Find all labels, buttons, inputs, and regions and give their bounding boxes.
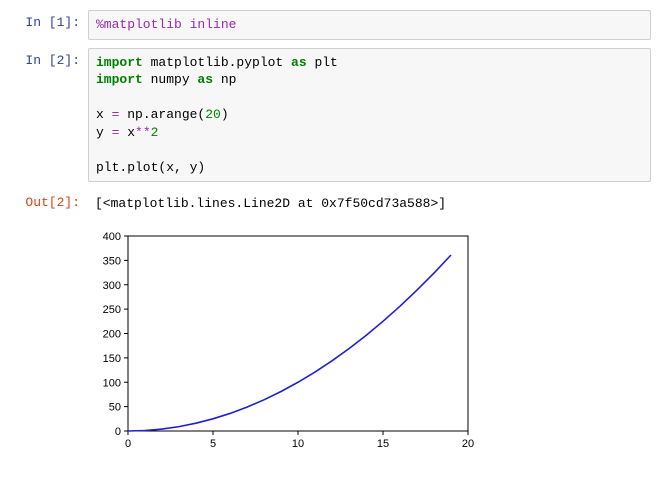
y-assign-num: 2 (151, 125, 159, 140)
kw-import-1: import (96, 55, 143, 70)
svg-text:0: 0 (115, 426, 121, 438)
prompt-in-1: In [1]: (10, 10, 88, 30)
chart-output: 05101520050100150200250300350400 (88, 228, 651, 453)
svg-text:10: 10 (292, 438, 304, 450)
svg-text:400: 400 (103, 231, 121, 243)
alias-1: plt (307, 55, 338, 70)
mod-2: numpy (143, 72, 198, 87)
svg-text:50: 50 (109, 402, 121, 414)
svg-text:5: 5 (210, 438, 216, 450)
output-text-2: [<matplotlib.lines.Line2D at 0x7f50cd73a… (88, 190, 651, 218)
svg-text:200: 200 (103, 328, 121, 340)
cell-out-2: Out[2]: [<matplotlib.lines.Line2D at 0x7… (10, 190, 651, 218)
x-assign-post: ) (221, 107, 229, 122)
line-chart: 05101520050100150200250300350400 (88, 228, 478, 453)
x-assign-num: 20 (205, 107, 221, 122)
alias-2: np (213, 72, 236, 87)
svg-text:15: 15 (377, 438, 389, 450)
svg-text:300: 300 (103, 280, 121, 292)
mod-1: matplotlib.pyplot (143, 55, 291, 70)
svg-text:100: 100 (103, 377, 121, 389)
plot-call: plt.plot(x, y) (96, 159, 643, 177)
y-assign-pre: y (96, 125, 112, 140)
input-area-1[interactable]: %matplotlib inline (88, 10, 651, 40)
svg-text:350: 350 (103, 255, 121, 267)
svg-text:150: 150 (103, 353, 121, 365)
svg-text:20: 20 (462, 438, 474, 450)
cell-in-1: In [1]: %matplotlib inline (10, 10, 651, 40)
x-assign-pre: x (96, 107, 112, 122)
kw-as-2: as (197, 72, 213, 87)
y-assign-mid: x (119, 125, 135, 140)
x-assign-mid: np.arange( (119, 107, 205, 122)
prompt-out-2: Out[2]: (10, 190, 88, 210)
magic-text: %matplotlib inline (96, 17, 236, 32)
cell-in-2: In [2]: import matplotlib.pyplot as plt … (10, 48, 651, 183)
kw-as-1: as (291, 55, 307, 70)
y-assign-pow: ** (135, 125, 151, 140)
svg-text:250: 250 (103, 304, 121, 316)
input-area-2[interactable]: import matplotlib.pyplot as plt import n… (88, 48, 651, 183)
svg-text:0: 0 (125, 438, 131, 450)
kw-import-2: import (96, 72, 143, 87)
prompt-in-2: In [2]: (10, 48, 88, 68)
